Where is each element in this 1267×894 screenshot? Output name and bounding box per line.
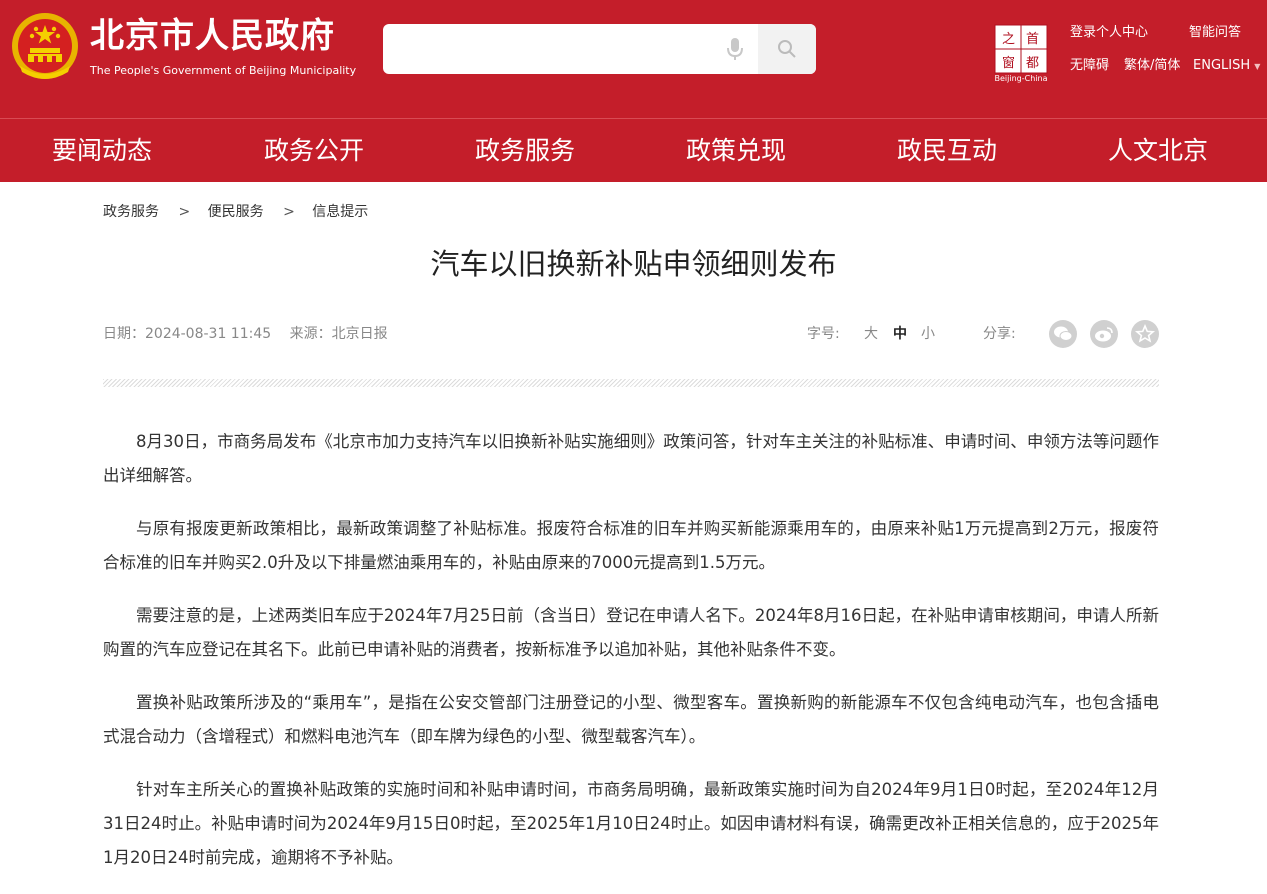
article-paragraph: 8月30日，市商务局发布《北京市加力支持汽车以旧换新补贴实施细则》政策问答，针对… — [103, 432, 1159, 485]
font-size-small-button[interactable]: 小 — [921, 324, 935, 344]
site-title[interactable]: 北京市人民政府 — [90, 16, 335, 56]
nav-item-open-government[interactable]: 政务公开 — [264, 119, 364, 183]
svg-text:之: 之 — [1002, 32, 1015, 47]
font-size-label: 字号: — [807, 326, 840, 342]
caret-down-icon: ▼ — [1254, 62, 1261, 71]
article-paragraph: 置换补贴政策所涉及的“乘用车”，是指在公安交管部门注册登记的小型、微型客车。置换… — [103, 693, 1159, 746]
nav-item-interaction[interactable]: 政民互动 — [897, 119, 997, 183]
svg-text:窗: 窗 — [1002, 55, 1015, 71]
login-link[interactable]: 登录个人中心 — [1070, 25, 1148, 41]
breadcrumb-item-services[interactable]: 政务服务 — [103, 204, 159, 220]
article-title: 汽车以旧换新补贴申领细则发布 — [430, 247, 837, 281]
capital-logo-caption: Beijing-China — [994, 74, 1048, 83]
breadcrumb-item-public-services[interactable]: 便民服务 — [208, 204, 264, 220]
font-size-control: 字号: 大 中 小 — [807, 324, 935, 344]
national-emblem-icon[interactable] — [10, 10, 80, 84]
favorite-icon[interactable] — [1131, 320, 1159, 348]
wechat-icon[interactable] — [1049, 320, 1077, 348]
nav-item-culture[interactable]: 人文北京 — [1108, 119, 1208, 183]
breadcrumb-separator: > — [178, 204, 191, 220]
article-source: 来源：北京日报 — [289, 326, 388, 342]
article-paragraph: 需要注意的是，上述两类旧车应于2024年7月25日前（含当日）登记在申请人名下。… — [103, 606, 1159, 659]
article-meta: 日期：2024-08-31 11:45 来源：北京日报 — [103, 324, 388, 344]
article-date: 日期：2024-08-31 11:45 — [103, 326, 272, 342]
search-box — [383, 24, 816, 74]
article-paragraph: 与原有报废更新政策相比，最新政策调整了补贴标准。报废符合标准的旧车并购买新能源乘… — [103, 519, 1159, 572]
article-body: 8月30日，市商务局发布《北京市加力支持汽车以旧换新补贴实施细则》政策问答，针对… — [103, 425, 1159, 894]
article-paragraph: 针对车主所关心的置换补贴政策的实施时间和补贴申请时间，市商务局明确，最新政策实施… — [103, 780, 1159, 867]
site-header: 北京市人民政府 The People's Government of Beiji… — [0, 0, 1267, 118]
search-icon — [777, 39, 797, 63]
site-subtitle: The People's Government of Beijing Munic… — [90, 64, 357, 77]
font-size-medium-button[interactable]: 中 — [893, 324, 907, 344]
search-button[interactable] — [758, 24, 816, 74]
nav-item-news[interactable]: 要闻动态 — [52, 119, 152, 183]
breadcrumb: 政务服务 > 便民服务 > 信息提示 — [103, 202, 368, 222]
accessibility-link[interactable]: 无障碍 — [1070, 58, 1109, 74]
search-input[interactable] — [393, 34, 713, 64]
svg-text:首: 首 — [1026, 32, 1039, 47]
microphone-icon[interactable] — [724, 36, 746, 66]
smart-qa-link[interactable]: 智能问答 — [1189, 25, 1241, 41]
share-label: 分享: — [983, 326, 1016, 342]
english-label: ENGLISH — [1193, 58, 1251, 73]
article-divider — [103, 379, 1159, 387]
nav-item-services[interactable]: 政务服务 — [475, 119, 575, 183]
weibo-icon[interactable] — [1090, 320, 1118, 348]
english-link[interactable]: ENGLISH ▼ — [1193, 58, 1260, 75]
font-size-large-button[interactable]: 大 — [864, 324, 878, 344]
svg-text:都: 都 — [1026, 56, 1039, 71]
traditional-simplified-link[interactable]: 繁体/简体 — [1124, 58, 1180, 74]
main-nav: 要闻动态 政务公开 政务服务 政策兑现 政民互动 人文北京 — [0, 118, 1267, 182]
breadcrumb-separator: > — [283, 204, 295, 220]
capital-window-logo[interactable]: 之 首 窗 都 Beijing-China — [992, 23, 1050, 85]
breadcrumb-item-info[interactable]: 信息提示 — [312, 204, 368, 220]
nav-item-policy[interactable]: 政策兑现 — [686, 119, 786, 183]
